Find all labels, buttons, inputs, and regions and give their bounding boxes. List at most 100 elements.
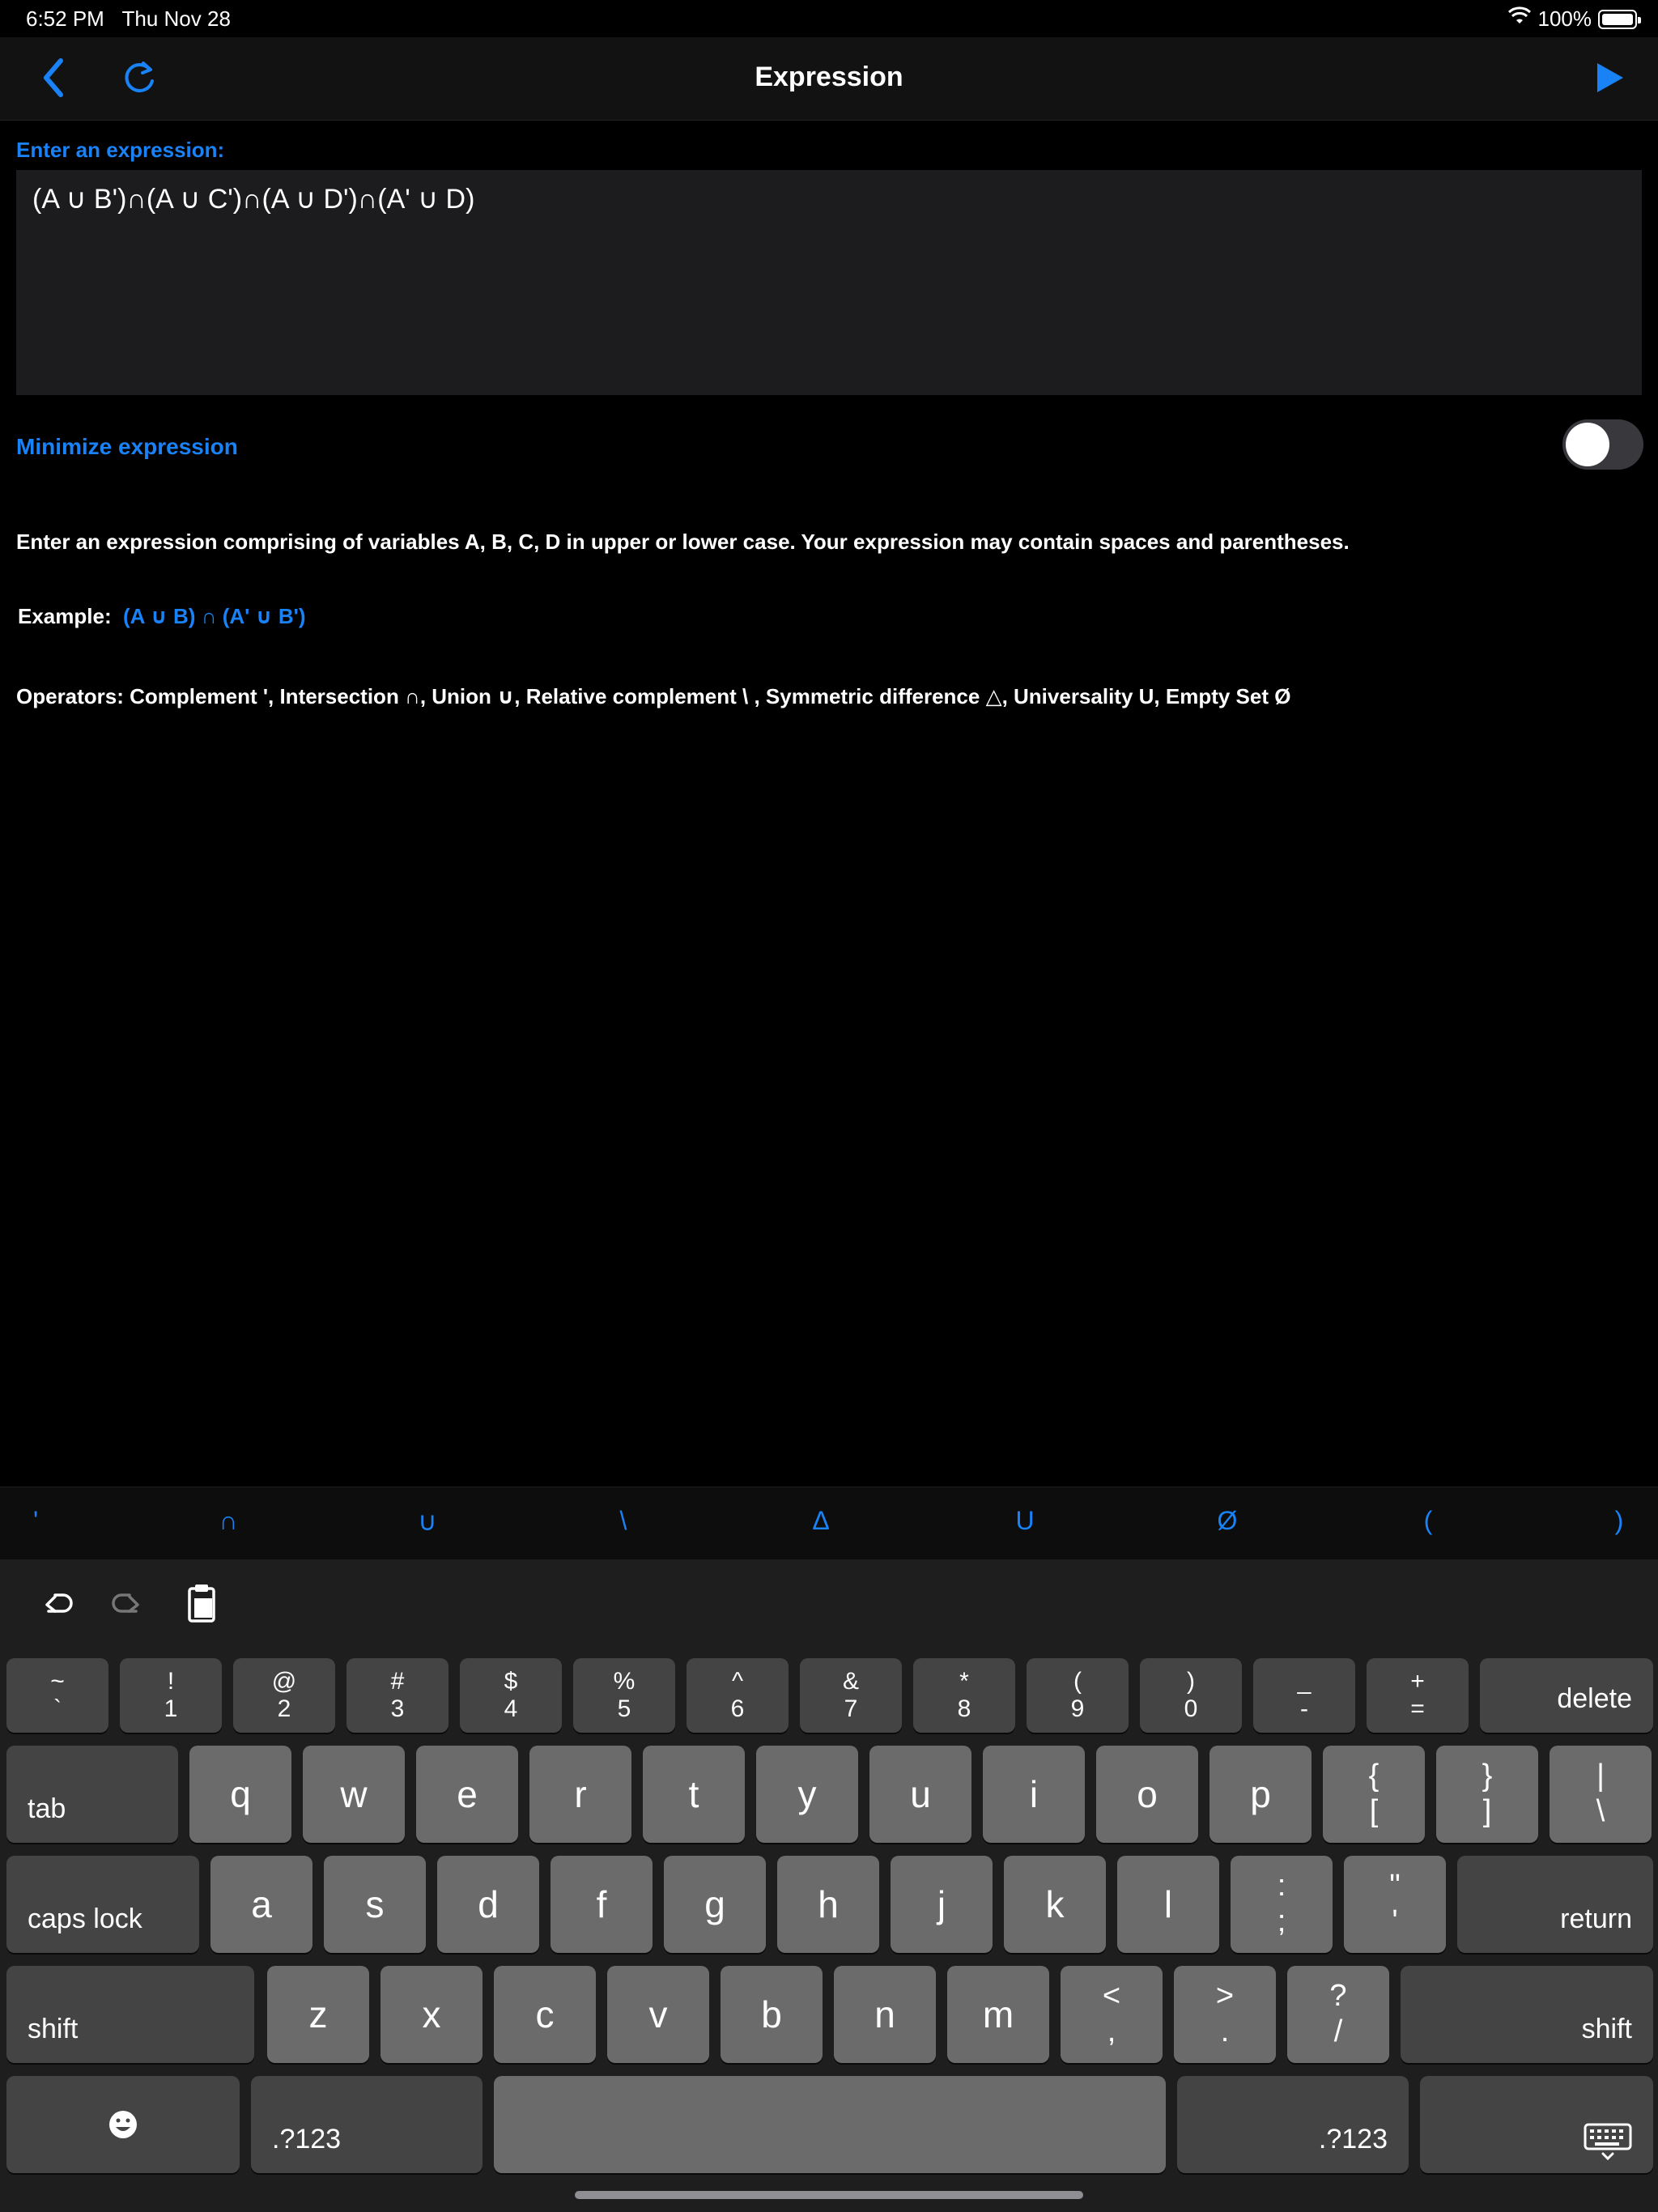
key-letter: x bbox=[422, 1993, 441, 2035]
letter-key-h[interactable]: h bbox=[777, 1856, 879, 1953]
expression-value: (A ∪ B')∩(A ∪ C')∩(A ∪ D')∩(A' ∪ D) bbox=[32, 184, 475, 215]
letter-key-a[interactable]: a bbox=[210, 1856, 312, 1953]
key-bottom-symbol: = bbox=[1410, 1695, 1425, 1722]
numbers-left-key[interactable]: .?123 bbox=[251, 2076, 483, 2173]
shift-left-key-label: shift bbox=[28, 2014, 79, 2044]
battery-icon bbox=[1598, 9, 1641, 29]
paste-button[interactable] bbox=[176, 1579, 225, 1627]
expression-input[interactable]: (A ∪ B')∩(A ∪ C')∩(A ∪ D')∩(A' ∪ D) bbox=[16, 170, 1642, 395]
letter-key-f[interactable]: f bbox=[551, 1856, 653, 1953]
operator-open-paren-button[interactable]: ( bbox=[1424, 1506, 1433, 1536]
letter-key-q[interactable]: q bbox=[189, 1746, 291, 1843]
operator-universality-button[interactable]: U bbox=[1015, 1506, 1034, 1536]
letter-key-t[interactable]: t bbox=[643, 1746, 745, 1843]
key-letter: j bbox=[937, 1883, 946, 1925]
symbol-key[interactable]: >. bbox=[1174, 1966, 1276, 2063]
key-letter: h bbox=[818, 1883, 839, 1925]
letter-key-j[interactable]: j bbox=[891, 1856, 993, 1953]
number-key[interactable]: ~ ` bbox=[6, 1658, 108, 1733]
emoji-key[interactable] bbox=[6, 2076, 240, 2173]
space-key[interactable] bbox=[494, 2076, 1166, 2173]
example-value[interactable]: (A ∪ B) ∩ (A' ∪ B') bbox=[123, 604, 305, 629]
symbol-key[interactable]: :; bbox=[1231, 1856, 1333, 1953]
redo-button[interactable] bbox=[104, 1579, 152, 1627]
number-key[interactable]: * 8 bbox=[913, 1658, 1015, 1733]
keyboard-dismiss-icon bbox=[1584, 2123, 1632, 2161]
return-key[interactable]: return bbox=[1457, 1856, 1653, 1953]
shift-left-key[interactable]: shift bbox=[6, 1966, 254, 2063]
number-key[interactable]: _ - bbox=[1253, 1658, 1355, 1733]
letter-key-i[interactable]: i bbox=[983, 1746, 1085, 1843]
key-letter: p bbox=[1250, 1773, 1271, 1815]
letter-key-x[interactable]: x bbox=[380, 1966, 483, 2063]
key-bottom-symbol: ' bbox=[1392, 1904, 1398, 1938]
play-icon bbox=[1597, 63, 1623, 92]
key-letter: g bbox=[704, 1883, 725, 1925]
operator-complement-button[interactable]: ' bbox=[33, 1506, 38, 1536]
key-letter: a bbox=[251, 1883, 272, 1925]
letter-key-s[interactable]: s bbox=[324, 1856, 426, 1953]
letter-key-r[interactable]: r bbox=[529, 1746, 631, 1843]
number-key[interactable]: % 5 bbox=[573, 1658, 675, 1733]
letter-key-d[interactable]: d bbox=[437, 1856, 539, 1953]
letter-key-e[interactable]: e bbox=[416, 1746, 518, 1843]
number-key[interactable]: (9 bbox=[1027, 1658, 1129, 1733]
minimize-label: Minimize expression bbox=[16, 434, 238, 459]
letter-key-c[interactable]: c bbox=[494, 1966, 596, 2063]
example-label: Example: bbox=[18, 604, 112, 628]
number-key[interactable]: $4 bbox=[460, 1658, 562, 1733]
letter-key-l[interactable]: l bbox=[1117, 1856, 1219, 1953]
key-bottom-symbol: 9 bbox=[1070, 1695, 1085, 1722]
number-key[interactable]: @2 bbox=[233, 1658, 335, 1733]
letter-key-o[interactable]: o bbox=[1096, 1746, 1198, 1843]
number-key[interactable]: & 7 bbox=[800, 1658, 902, 1733]
operator-relative-complement-button[interactable]: \ bbox=[620, 1506, 627, 1536]
number-key[interactable]: ^ 6 bbox=[687, 1658, 789, 1733]
key-letter: t bbox=[688, 1773, 699, 1815]
symbol-key[interactable]: <, bbox=[1061, 1966, 1163, 2063]
symbol-key[interactable]: {[ bbox=[1323, 1746, 1425, 1843]
letter-key-p[interactable]: p bbox=[1209, 1746, 1312, 1843]
operator-union-button[interactable]: ∪ bbox=[418, 1506, 436, 1537]
key-letter: r bbox=[574, 1773, 587, 1815]
undo-icon bbox=[45, 1593, 73, 1613]
letter-key-u[interactable]: u bbox=[869, 1746, 971, 1843]
letter-key-z[interactable]: z bbox=[267, 1966, 369, 2063]
letter-key-b[interactable]: b bbox=[721, 1966, 823, 2063]
number-key[interactable]: ! 1 bbox=[120, 1658, 222, 1733]
undo-button[interactable] bbox=[32, 1579, 81, 1627]
key-bottom-symbol: 1 bbox=[164, 1695, 178, 1722]
operator-symmetric-difference-button[interactable]: Δ bbox=[812, 1506, 829, 1536]
hide-keyboard-key[interactable] bbox=[1420, 2076, 1653, 2173]
letter-key-w[interactable]: w bbox=[303, 1746, 405, 1843]
key-letter: s bbox=[365, 1883, 385, 1925]
key-bottom-symbol: [ bbox=[1369, 1794, 1379, 1828]
key-letter: i bbox=[1029, 1773, 1039, 1815]
operator-close-paren-button[interactable]: ) bbox=[1615, 1506, 1624, 1536]
operator-intersection-button[interactable]: ∩ bbox=[219, 1506, 238, 1536]
number-key[interactable]: #3 bbox=[346, 1658, 449, 1733]
symbol-key[interactable]: | \ bbox=[1550, 1746, 1652, 1843]
letter-key-g[interactable]: g bbox=[664, 1856, 766, 1953]
key-top-symbol: " bbox=[1389, 1869, 1401, 1904]
symbol-key[interactable]: ? / bbox=[1287, 1966, 1389, 2063]
key-bottom-symbol: / bbox=[1333, 2014, 1343, 2048]
caps-lock-key[interactable]: caps lock bbox=[6, 1856, 199, 1953]
shift-right-key-label: shift bbox=[1581, 2014, 1632, 2044]
numbers-right-key[interactable]: .?123 bbox=[1177, 2076, 1409, 2173]
shift-right-key[interactable]: shift bbox=[1401, 1966, 1653, 2063]
letter-key-y[interactable]: y bbox=[756, 1746, 858, 1843]
number-key[interactable]: ) 0 bbox=[1140, 1658, 1242, 1733]
symbol-key[interactable]: }] bbox=[1436, 1746, 1538, 1843]
letter-key-v[interactable]: v bbox=[607, 1966, 709, 2063]
tab-key[interactable]: tab bbox=[6, 1746, 178, 1843]
number-key[interactable]: + = bbox=[1367, 1658, 1469, 1733]
delete-key[interactable]: delete bbox=[1480, 1658, 1653, 1733]
letter-key-n[interactable]: n bbox=[834, 1966, 936, 2063]
letter-key-k[interactable]: k bbox=[1004, 1856, 1106, 1953]
minimize-toggle[interactable] bbox=[1562, 419, 1643, 470]
run-button[interactable] bbox=[1588, 57, 1630, 99]
operator-empty-set-button[interactable]: Ø bbox=[1218, 1506, 1238, 1536]
symbol-key[interactable]: " ' bbox=[1344, 1856, 1446, 1953]
letter-key-m[interactable]: m bbox=[947, 1966, 1049, 2063]
